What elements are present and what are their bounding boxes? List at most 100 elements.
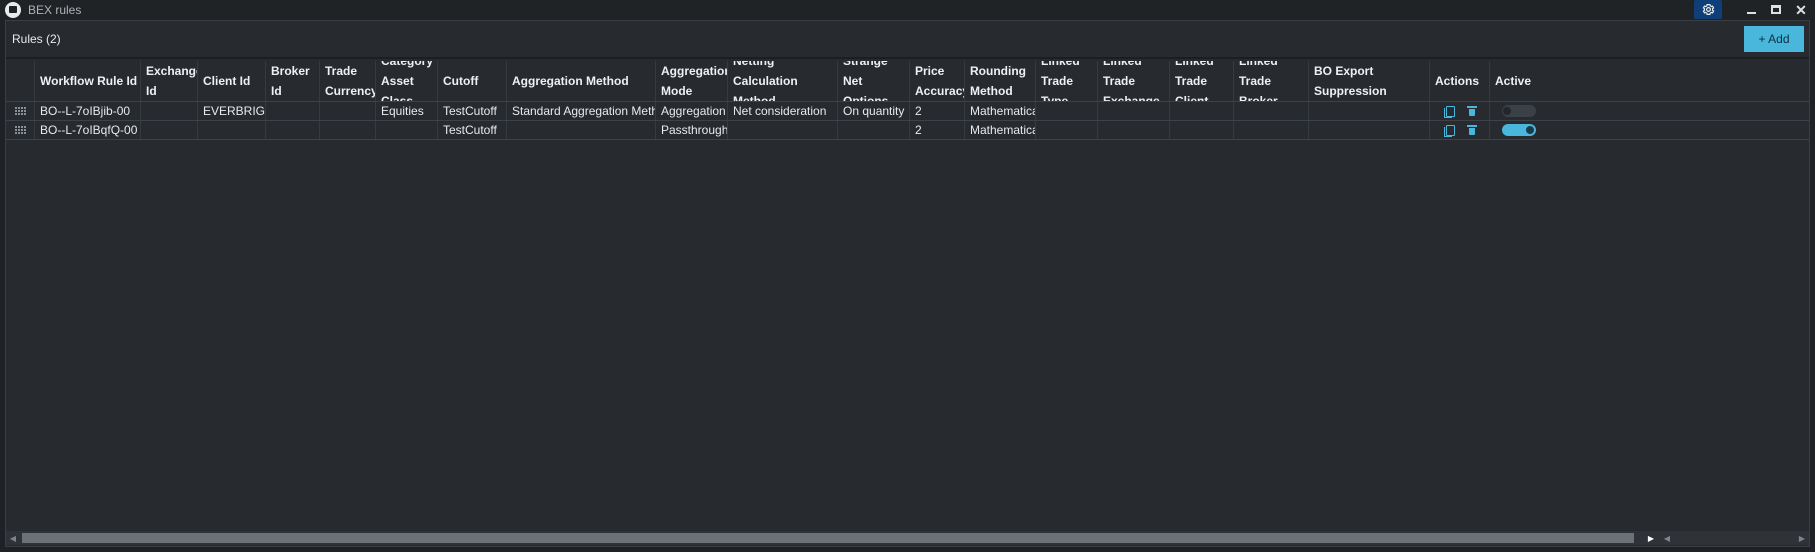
- column-header-label: Linked Trade: [1239, 61, 1278, 88]
- cell-strange-net-options: On quantity: [838, 102, 910, 120]
- column-header-label: Broker Id: [271, 64, 310, 98]
- column-header-label: BO Export Suppression: [1314, 64, 1387, 98]
- drag-handle-icon[interactable]: [6, 121, 35, 139]
- column-header-active[interactable]: Active: [1490, 61, 1547, 101]
- cell-aggregation-mode: Passthrough: [656, 121, 728, 139]
- cell-aggregation-method: Standard Aggregation Method: [507, 102, 656, 120]
- column-header-strange-net-options[interactable]: Strange Net Options: [838, 61, 910, 101]
- scroll-thumb[interactable]: [22, 533, 1634, 543]
- column-header-label: Linked Trade: [1103, 61, 1142, 88]
- drag-handle-icon[interactable]: [6, 102, 35, 120]
- column-header-label: Method: [970, 84, 1013, 98]
- cell-rounding-method: Mathematical: [965, 102, 1036, 120]
- table-row[interactable]: BO--L-7oIBjib-00 EVERBRIGHT EquitiesTestCu…: [6, 102, 1809, 121]
- scroll-right-icon[interactable]: ▶: [1644, 531, 1658, 545]
- column-header-label: Trade Type: [1041, 74, 1074, 101]
- column-header-label: Category: [381, 61, 434, 68]
- row-actions: [1430, 121, 1490, 139]
- column-header-cutoff[interactable]: Cutoff: [438, 61, 507, 101]
- column-header-exchange-id[interactable]: Exchange Id: [141, 61, 198, 101]
- column-header-label: Netting Calculation: [733, 61, 798, 88]
- cell-linked-trade-broker: [1234, 121, 1309, 139]
- panel-header: Rules (2) + Add: [6, 21, 1809, 59]
- cell-client-id: [198, 121, 266, 139]
- toggle-knob: [1526, 126, 1534, 134]
- title-bar: BEX rules ✕: [0, 0, 1815, 19]
- scroll-left-icon[interactable]: ◀: [6, 531, 20, 545]
- cell-cutoff: TestCutoff: [438, 102, 507, 120]
- row-actions: [1430, 102, 1490, 120]
- active-cell: [1490, 121, 1547, 139]
- active-toggle[interactable]: [1502, 105, 1536, 117]
- cell-linked-trade-type: [1036, 102, 1098, 120]
- column-header-linked-trade-type[interactable]: Linked Trade Type: [1036, 61, 1098, 101]
- column-header-bo-export-suppression[interactable]: BO Export Suppression: [1309, 61, 1430, 101]
- column-header-label: Mode: [661, 84, 693, 98]
- column-header-category-asset-class[interactable]: Category Asset Class: [376, 61, 438, 101]
- column-header-aggregation-mode[interactable]: Aggregation Mode: [656, 61, 728, 101]
- horizontal-scrollbar[interactable]: ◀ ▶ ◀ ▶: [6, 531, 1809, 545]
- column-header-label: Asset Class: [381, 74, 414, 101]
- add-rule-button[interactable]: + Add: [1744, 26, 1804, 52]
- pinned-scroll-left-icon[interactable]: ◀: [1660, 531, 1674, 545]
- column-header-label: Client Id: [203, 74, 251, 88]
- column-header-linked-trade-exchange[interactable]: Linked Trade Exchange: [1098, 61, 1170, 101]
- minimize-button[interactable]: [1740, 0, 1762, 19]
- cell-cutoff: TestCutoff: [438, 121, 507, 139]
- active-toggle[interactable]: [1502, 124, 1536, 136]
- rules-grid: Workflow Rule Id Exchange Id Client Id Broke…: [6, 61, 1809, 140]
- column-header-label: Aggregation Method: [512, 74, 629, 88]
- copy-icon[interactable]: [1444, 124, 1455, 137]
- column-header-client-id[interactable]: Client Id: [198, 61, 266, 101]
- column-header-workflow-rule-id[interactable]: Workflow Rule Id: [35, 61, 141, 101]
- column-header-label: Id: [146, 84, 157, 98]
- cell-netting-calculation-method: Net consideration: [728, 102, 838, 120]
- column-header-linked-trade-client[interactable]: Linked Trade Client: [1170, 61, 1234, 101]
- column-header-label: Actions: [1435, 74, 1480, 88]
- column-header-rounding-method[interactable]: Rounding Method: [965, 61, 1036, 101]
- cell-strange-net-options: [838, 121, 910, 139]
- trash-icon[interactable]: [1467, 106, 1477, 116]
- table-row[interactable]: BO--L-7oIBqfQ-00 TestCutoff Passthrough 2 Ma…: [6, 121, 1809, 140]
- column-header-linked-trade-broker[interactable]: Linked Trade Broker: [1234, 61, 1309, 101]
- cell-aggregation-mode: Aggregation: [656, 102, 728, 120]
- active-cell: [1490, 102, 1547, 120]
- column-header-label: Exchange: [146, 64, 198, 78]
- settings-button[interactable]: [1694, 0, 1722, 19]
- cell-broker-id: [266, 121, 320, 139]
- column-header-netting-calculation-method[interactable]: Netting Calculation Method: [728, 61, 838, 101]
- copy-icon[interactable]: [1444, 105, 1455, 118]
- cell-workflow-rule-id: BO--L-7oIBqfQ-00: [35, 121, 141, 139]
- rules-count-title: Rules (2): [12, 32, 61, 46]
- close-button[interactable]: ✕: [1790, 0, 1812, 19]
- column-header-label: Price: [915, 64, 945, 78]
- cell-netting-calculation-method: [728, 121, 838, 139]
- minimize-icon: [1746, 11, 1756, 14]
- cell-bo-export-suppression: [1309, 102, 1430, 120]
- column-header-aggregation-method[interactable]: Aggregation Method: [507, 61, 656, 101]
- column-header-broker-id[interactable]: Broker Id: [266, 61, 320, 101]
- column-header-label: Broker: [1239, 94, 1278, 101]
- cell-exchange-id: [141, 102, 198, 120]
- trash-icon[interactable]: [1467, 125, 1477, 135]
- cell-linked-trade-exchange: [1098, 102, 1170, 120]
- pinned-scroll-right-icon[interactable]: ▶: [1795, 531, 1809, 545]
- app-logo-icon: [5, 1, 21, 18]
- rules-panel: Rules (2) + Add Workflow Rule Id Exchange…: [5, 20, 1810, 547]
- maximize-button[interactable]: [1765, 0, 1787, 19]
- cell-exchange-id: [141, 121, 198, 139]
- cell-linked-trade-client: [1170, 121, 1234, 139]
- column-header-label: Workflow Rule Id: [40, 74, 138, 88]
- column-header-label: Options: [843, 94, 889, 101]
- cell-trade-currency: [320, 121, 376, 139]
- column-header-label: Rounding: [970, 64, 1026, 78]
- grid-body: BO--L-7oIBjib-00 EVERBRIGHT EquitiesTestCu…: [6, 102, 1809, 140]
- column-header-actions[interactable]: Actions: [1430, 61, 1490, 101]
- column-header-label: Exchange: [1103, 94, 1160, 101]
- column-header-trade-currency[interactable]: Trade Currency: [320, 61, 376, 101]
- column-header-label: Trade: [325, 64, 358, 78]
- column-header-label: Active: [1495, 74, 1532, 88]
- cell-workflow-rule-id: BO--L-7oIBjib-00: [35, 102, 141, 120]
- cell-rounding-method: Mathematical: [965, 121, 1036, 139]
- column-header-price-accuracy[interactable]: Price Accuracy: [910, 61, 965, 101]
